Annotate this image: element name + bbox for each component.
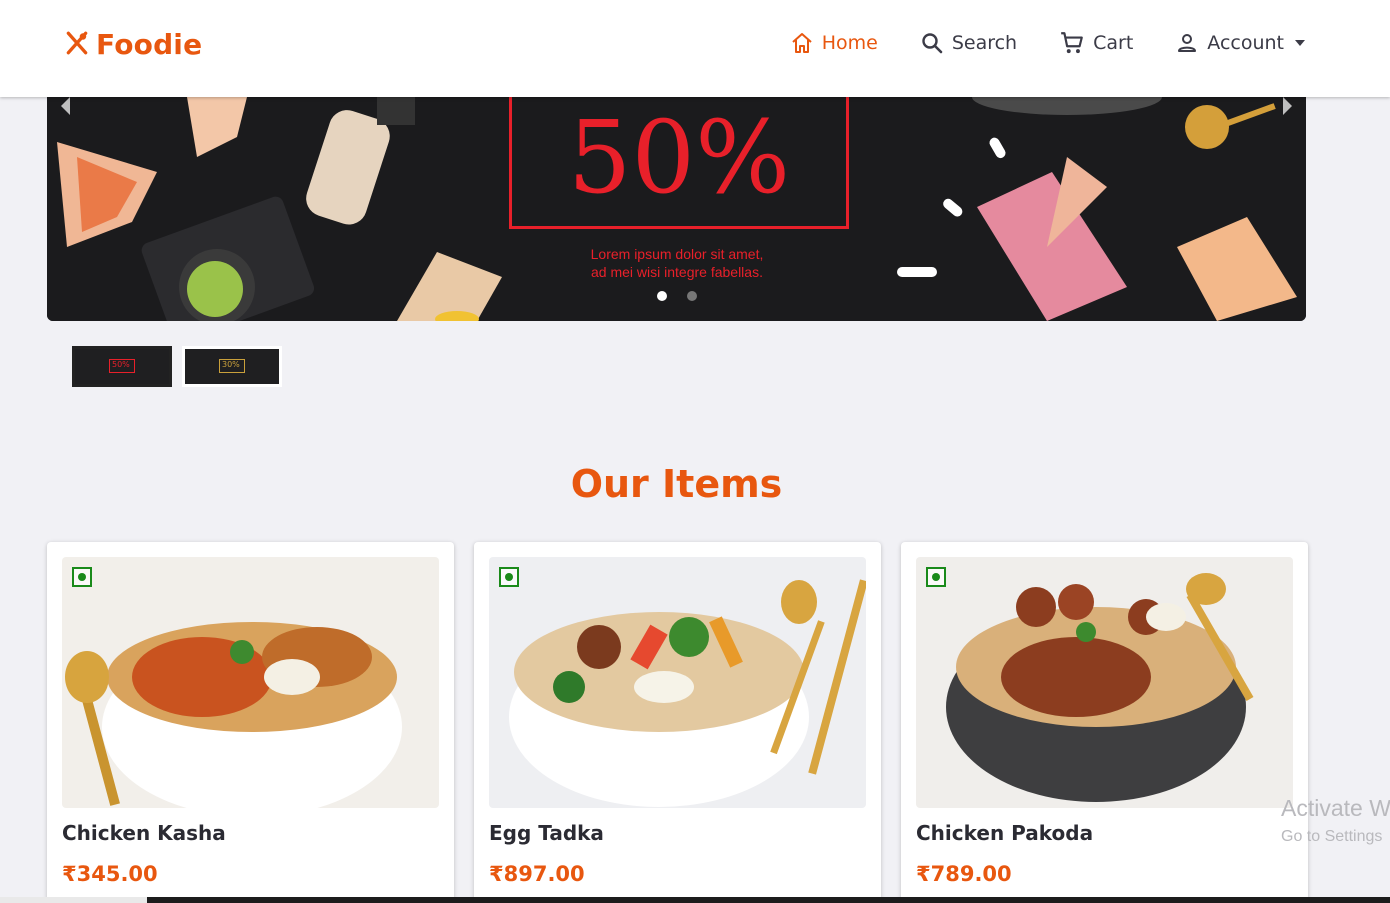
carousel-dot-2[interactable]: [687, 291, 697, 301]
item-name: Egg Tadka: [489, 821, 604, 845]
top-navbar: Foodie Home Search Cart Account: [0, 0, 1390, 97]
promo-carousel[interactable]: 50% Lorem ipsum dolor sit amet, ad mei w…: [47, 97, 1306, 321]
veg-indicator-icon: [926, 567, 946, 587]
discount-text: 50%: [567, 99, 791, 216]
cart-icon: [1059, 30, 1085, 56]
item-price: ₹345.00: [62, 862, 158, 886]
veg-indicator-icon: [499, 567, 519, 587]
taskbar-strip: [0, 897, 1390, 903]
item-card[interactable]: Chicken Pakoda ₹789.00: [901, 542, 1308, 903]
carousel-dot-1[interactable]: [657, 291, 667, 301]
item-card[interactable]: Chicken Kasha ₹345.00: [47, 542, 454, 903]
nav-account-label: Account: [1207, 32, 1284, 54]
item-card[interactable]: Egg Tadka ₹897.00: [474, 542, 881, 903]
thumbnail-label-1: 50%: [112, 360, 130, 369]
item-price: ₹897.00: [489, 862, 585, 886]
carousel-thumbnails: 50% 30%: [72, 346, 282, 387]
banner-subtitle-line1: Lorem ipsum dolor sit amet,: [590, 246, 764, 262]
search-icon: [920, 31, 944, 55]
home-icon: [790, 31, 814, 55]
taskbar-left-segment: [0, 897, 147, 903]
item-image: [489, 557, 866, 808]
items-grid: Chicken Kasha ₹345.00 Egg Tadka ₹897.00: [47, 542, 1308, 903]
biryani-bowl-image: [916, 557, 1293, 808]
veg-indicator-icon: [72, 567, 92, 587]
thumbnail-slide-2[interactable]: 30%: [182, 346, 282, 387]
biryani-bowl-image: [489, 557, 866, 808]
nav-home-label: Home: [821, 32, 878, 54]
watermark-line2: Go to Settings: [1281, 828, 1383, 845]
banner-subtitle-line2: ad mei wisi integre fabellas.: [591, 264, 763, 280]
item-price: ₹789.00: [916, 862, 1012, 886]
nav-cart-label: Cart: [1093, 32, 1134, 54]
watermark-line1: Activate W: [1281, 795, 1390, 821]
nav-account[interactable]: Account: [1175, 31, 1308, 55]
main-nav: Home Search Cart Account: [790, 30, 1308, 56]
chevron-down-icon: [1292, 35, 1308, 51]
section-title: Our Items: [570, 462, 783, 506]
carousel-prev-arrow[interactable]: [61, 97, 70, 115]
thumbnail-slide-1[interactable]: 50%: [72, 346, 172, 387]
nav-home[interactable]: Home: [790, 31, 878, 55]
person-icon: [1175, 31, 1199, 55]
carousel-dots: [657, 291, 697, 301]
item-name: Chicken Kasha: [62, 821, 226, 845]
nav-cart[interactable]: Cart: [1059, 30, 1133, 56]
nav-search[interactable]: Search: [920, 31, 1017, 55]
item-image: [62, 557, 439, 808]
item-name: Chicken Pakoda: [916, 821, 1094, 845]
thumbnail-label-2: 30%: [222, 360, 240, 369]
foodie-logo[interactable]: Foodie: [64, 28, 202, 61]
biryani-bowl-image: [62, 557, 439, 808]
fork-knife-icon: [64, 30, 90, 60]
logo-text: Foodie: [96, 28, 203, 61]
banner-subtitle: Lorem ipsum dolor sit amet, ad mei wisi …: [537, 245, 817, 281]
nav-search-label: Search: [951, 32, 1018, 54]
item-image: [916, 557, 1293, 808]
discount-frame: 50%: [509, 97, 849, 229]
windows-activation-watermark: Activate W Go to Settings: [1281, 795, 1390, 846]
carousel-next-arrow[interactable]: [1283, 97, 1292, 115]
